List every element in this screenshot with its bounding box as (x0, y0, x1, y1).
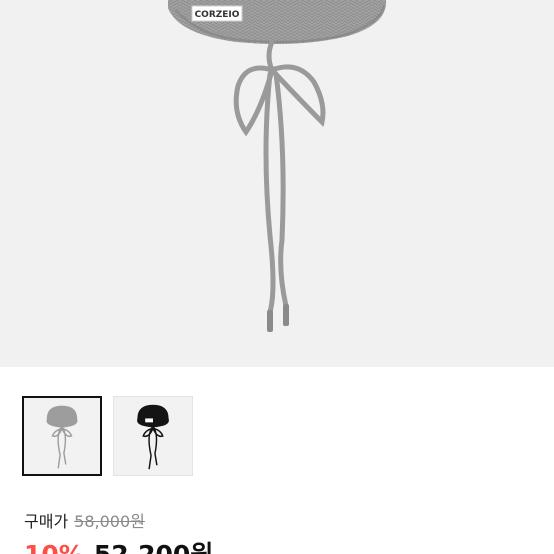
brand-label-text: CORZEIO (195, 10, 240, 20)
price-section: 구매가 58,000원 10% 52,200원 (24, 508, 534, 554)
thumbnail-black-bonnet[interactable] (113, 396, 193, 476)
discount-rate: 10% (24, 540, 84, 554)
right-tie-string (273, 71, 289, 309)
thumbnail-gallery (22, 396, 193, 476)
original-price-row: 구매가 58,000원 (24, 508, 534, 532)
gray-bonnet-illustration: CORZEIO (168, 0, 387, 332)
original-price: 58,000원 (74, 512, 145, 531)
original-price-label: 구매가 (24, 512, 69, 531)
left-tie-string (263, 71, 276, 315)
sale-price-row: 10% 52,200원 (24, 535, 213, 554)
thumbnail-gray-bonnet[interactable] (22, 396, 102, 476)
sale-price: 52,200원 (94, 535, 213, 554)
gray-bonnet-thumb-icon (46, 405, 78, 469)
product-hero-image[interactable]: CORZEIO (0, 0, 554, 367)
black-bonnet-thumb-icon (137, 404, 169, 470)
